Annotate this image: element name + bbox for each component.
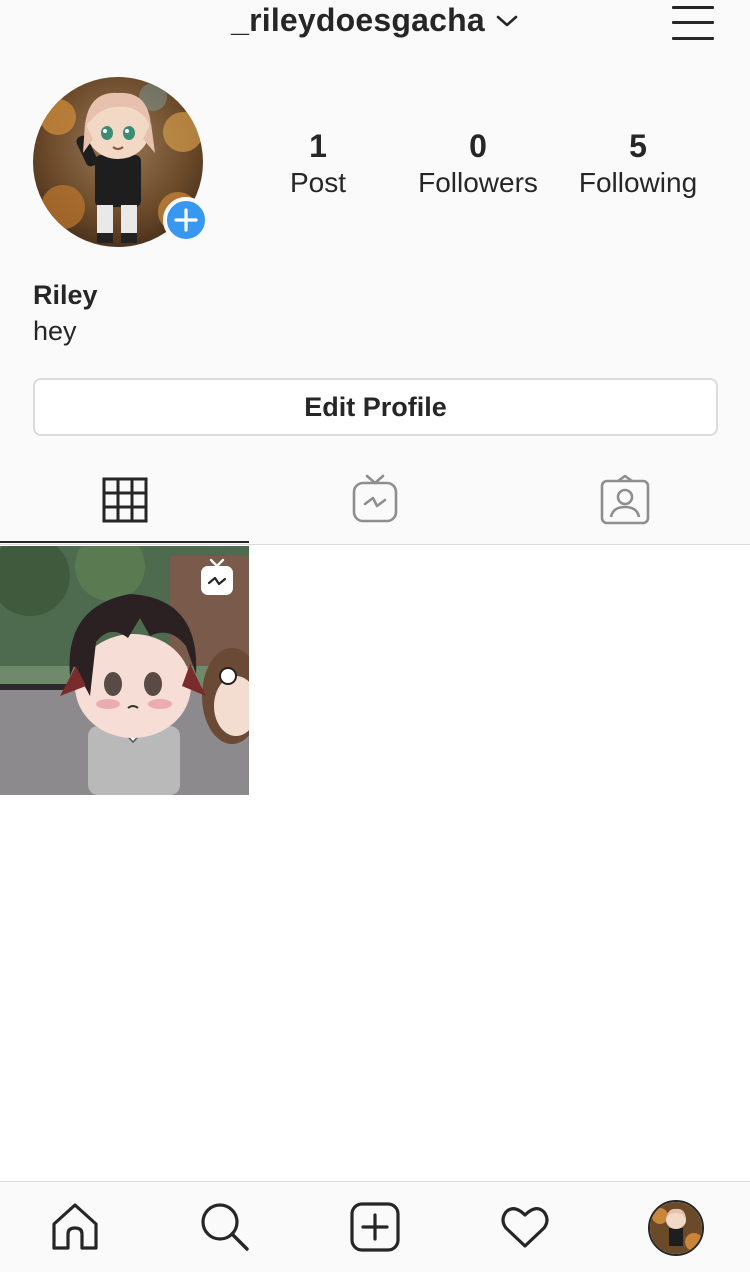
plus-icon: [174, 208, 198, 232]
following-count: 5: [629, 128, 647, 164]
igtv-badge-icon: [201, 558, 233, 595]
username-switcher[interactable]: _rileydoesgacha: [0, 2, 750, 39]
posts-stat[interactable]: 1 Post: [243, 126, 393, 200]
edit-profile-button[interactable]: Edit Profile: [33, 378, 718, 436]
bottom-navigation: [0, 1181, 750, 1272]
username: _rileydoesgacha: [231, 2, 485, 38]
activity-heart-icon[interactable]: [498, 1200, 552, 1254]
posts-count: 1: [309, 128, 327, 164]
menu-icon[interactable]: [670, 4, 716, 42]
active-tab-indicator: [0, 541, 249, 543]
chevron-down-icon: [496, 15, 518, 26]
tagged-icon: [600, 475, 650, 525]
search-icon[interactable]: [198, 1200, 252, 1254]
add-story-button[interactable]: [163, 197, 209, 243]
tab-grid[interactable]: [0, 465, 250, 543]
followers-stat[interactable]: 0 Followers: [403, 126, 553, 200]
profile-name: Riley: [33, 280, 98, 310]
tabs-divider: [0, 544, 750, 545]
profile-bio: hey: [33, 316, 77, 346]
followers-label: Followers: [418, 167, 538, 198]
followers-count: 0: [469, 128, 487, 164]
new-post-icon[interactable]: [348, 1200, 402, 1254]
posts-label: Post: [289, 167, 347, 198]
igtv-icon: [352, 474, 398, 523]
tab-igtv[interactable]: [250, 465, 500, 543]
grid-icon: [102, 477, 148, 523]
tab-tagged[interactable]: [500, 465, 750, 543]
top-bar: _rileydoesgacha: [0, 0, 750, 48]
following-stat[interactable]: 5 Following: [563, 126, 713, 200]
home-icon[interactable]: [48, 1200, 102, 1254]
profile-tab-avatar[interactable]: [648, 1200, 704, 1256]
following-label: Following: [578, 167, 698, 198]
